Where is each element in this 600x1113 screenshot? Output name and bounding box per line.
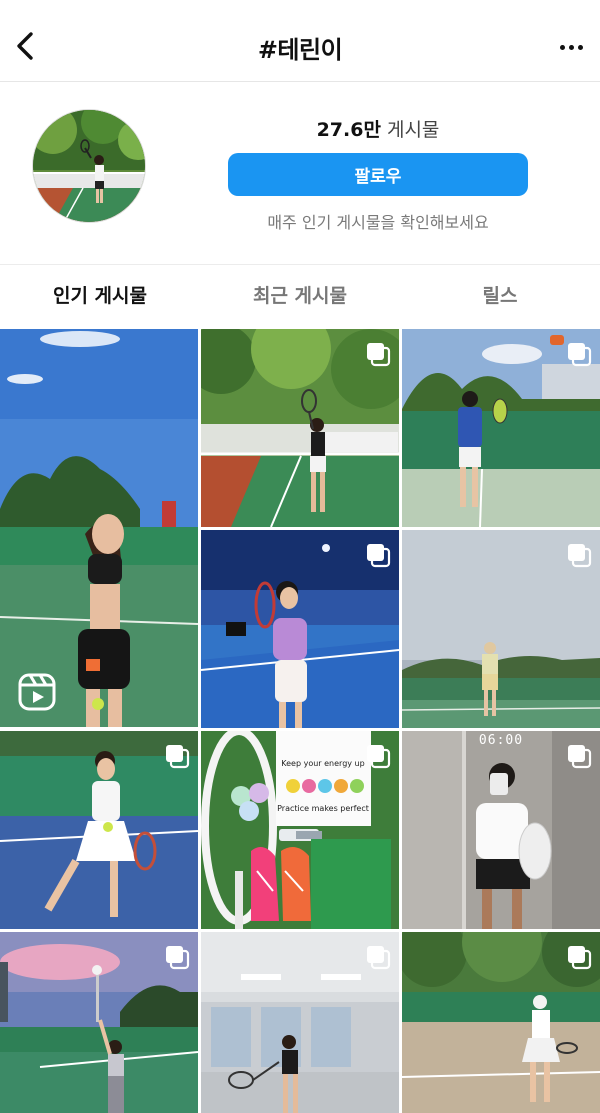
multiple-photos-icon bbox=[568, 544, 592, 568]
post-photo bbox=[0, 329, 198, 727]
post-tile[interactable] bbox=[0, 731, 198, 929]
post-count-value: 27.6만 bbox=[316, 119, 381, 141]
multiple-photos-icon bbox=[568, 343, 592, 367]
multiple-photos-icon bbox=[166, 745, 190, 769]
hashtag-avatar bbox=[32, 109, 146, 223]
post-grid: Keep your energy up Practice makes perfe… bbox=[0, 329, 600, 1113]
multiple-photos-icon bbox=[568, 946, 592, 970]
post-tile[interactable] bbox=[402, 932, 600, 1113]
top-nav-bar: #테린이 bbox=[0, 0, 600, 82]
post-tile[interactable] bbox=[0, 932, 198, 1113]
tab-recent-posts[interactable]: 최근 게시물 bbox=[200, 265, 400, 328]
post-tabs: 인기 게시물 최근 게시물 릴스 bbox=[0, 264, 600, 328]
follow-button[interactable]: 팔로우 bbox=[228, 153, 528, 196]
more-dot bbox=[577, 44, 583, 50]
post-tile[interactable] bbox=[201, 329, 399, 527]
reels-icon bbox=[18, 673, 56, 711]
hashtag-profile: 27.6만 게시물 팔로우 매주 인기 게시물을 확인해보세요 bbox=[0, 82, 600, 264]
tab-reels[interactable]: 릴스 bbox=[400, 265, 600, 328]
hashtag-title: #테린이 bbox=[257, 36, 343, 64]
post-tile[interactable] bbox=[0, 329, 198, 727]
more-dot bbox=[568, 44, 574, 50]
tab-top-posts[interactable]: 인기 게시물 bbox=[0, 265, 200, 328]
multiple-photos-icon bbox=[568, 745, 592, 769]
post-tile[interactable] bbox=[201, 530, 399, 728]
multiple-photos-icon bbox=[367, 343, 391, 367]
post-count: 27.6만 게시물 bbox=[228, 115, 528, 142]
multiple-photos-icon bbox=[367, 745, 391, 769]
post-count-label: 게시물 bbox=[386, 119, 440, 141]
weekly-hint-text: 매주 인기 게시물을 확인해보세요 bbox=[267, 213, 489, 232]
post-tile[interactable]: 06:00 bbox=[402, 731, 600, 929]
multiple-photos-icon bbox=[367, 946, 391, 970]
post-tile[interactable] bbox=[402, 530, 600, 728]
multiple-photos-icon bbox=[367, 544, 391, 568]
shirt-text-line2: Practice makes perfect bbox=[277, 804, 369, 813]
more-options-button[interactable] bbox=[554, 36, 588, 58]
post-tile[interactable]: Keep your energy up Practice makes perfe… bbox=[201, 731, 399, 929]
post-tile[interactable] bbox=[201, 932, 399, 1113]
post-tile[interactable] bbox=[402, 329, 600, 527]
more-horizontal-icon bbox=[559, 44, 565, 50]
multiple-photos-icon bbox=[166, 946, 190, 970]
shirt-text-line1: Keep your energy up bbox=[281, 759, 364, 768]
